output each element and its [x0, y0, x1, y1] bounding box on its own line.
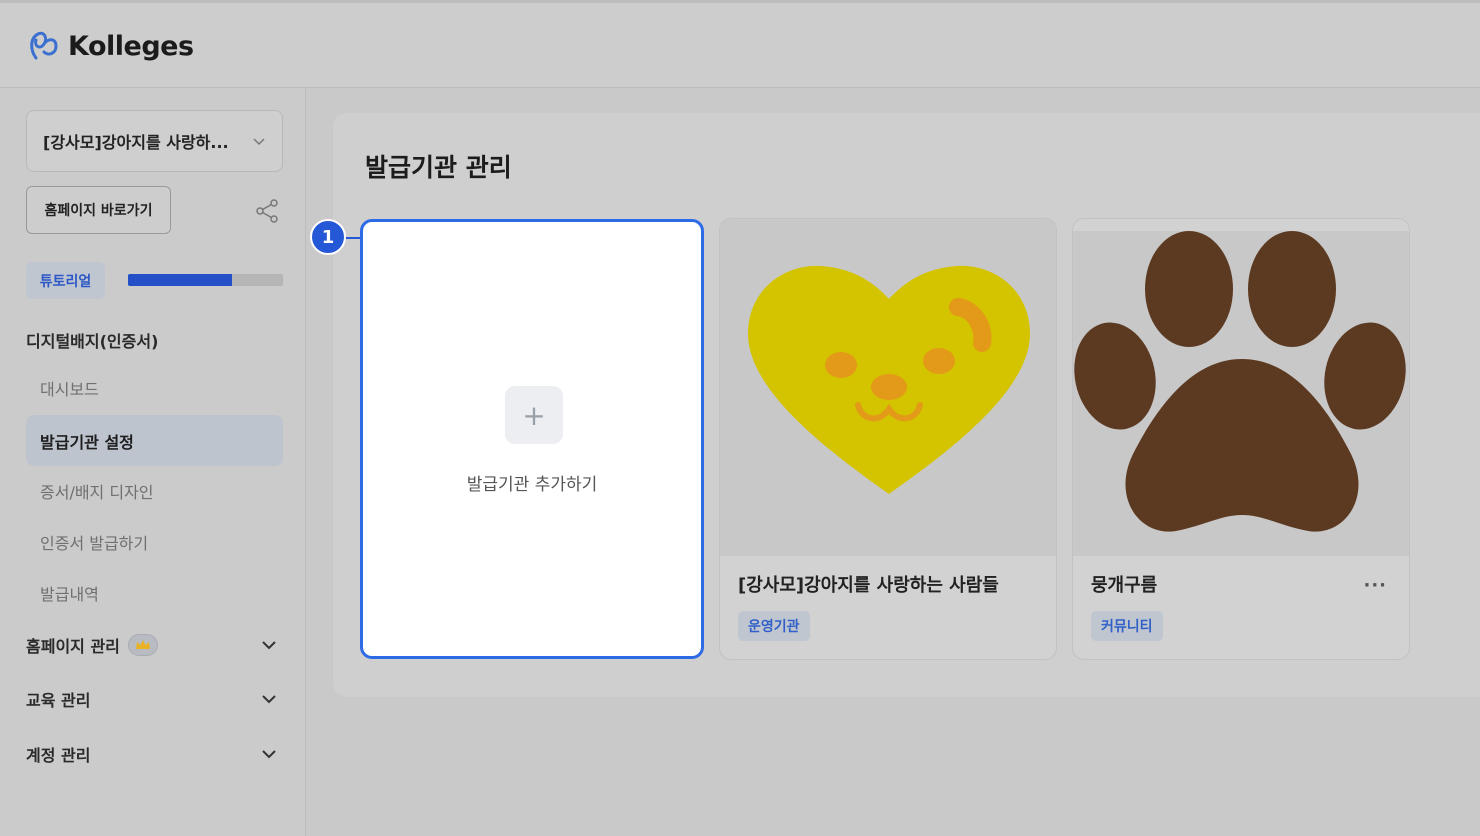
chevron-down-icon: [253, 138, 265, 146]
sidebar-item-label: 인증서 발급하기: [40, 533, 149, 553]
issuer-name: [강사모]강아지를 사랑하는 사람들: [738, 575, 999, 596]
yellow-heart-dog-logo-icon: [748, 265, 1030, 494]
tutorial-badge[interactable]: 튜토리얼: [26, 262, 105, 299]
top-bar: Kolleges: [0, 0, 1480, 88]
tutorial-progress-bar: [128, 274, 283, 286]
sidebar-item-certificate-design[interactable]: 증서/배지 디자인: [26, 465, 283, 516]
sidebar: [강사모]강아지를 사랑하... 홈페이지 바로가기 튜토리얼 디지털배지(인증…: [0, 88, 306, 836]
app-name: Kolleges: [68, 30, 194, 62]
sidebar-item-label: 발급기관 설정: [40, 432, 134, 452]
sidebar-item-issuer-settings[interactable]: 발급기관 설정: [26, 415, 283, 466]
crown-icon: [135, 640, 150, 649]
section-title-digital-badge: 디지털배지(인증서): [26, 332, 159, 351]
tutorial-progress-fill: [128, 274, 232, 286]
kolleges-logo-icon: [30, 31, 58, 60]
sidebar-item-label: 발급내역: [40, 584, 99, 604]
organization-select-value: [강사모]강아지를 사랑하...: [43, 133, 229, 152]
chevron-down-icon: [262, 750, 276, 759]
sidebar-group-education[interactable]: 교육 관리: [26, 684, 283, 714]
issuer-type-tag: 커뮤니티: [1091, 611, 1163, 641]
issuer-type-tag: 운영기관: [738, 611, 810, 641]
plus-icon: +: [505, 386, 563, 444]
issuer-card[interactable]: 뭉개구름 ··· 커뮤니티: [1072, 218, 1410, 660]
sidebar-group-label: 계정 관리: [26, 746, 91, 765]
issuer-name: 뭉개구름: [1091, 575, 1158, 596]
app-logo[interactable]: Kolleges: [26, 28, 194, 64]
more-options-icon[interactable]: ···: [1363, 575, 1387, 596]
homepage-shortcut-button[interactable]: 홈페이지 바로가기: [26, 186, 171, 234]
add-issuer-card[interactable]: + 발급기관 추가하기: [360, 219, 704, 659]
sidebar-group-label: 교육 관리: [26, 691, 91, 710]
share-icon[interactable]: [254, 198, 280, 224]
premium-badge: [127, 634, 158, 656]
chevron-down-icon: [262, 641, 276, 650]
sidebar-item-label: 증서/배지 디자인: [40, 482, 154, 502]
sidebar-group-homepage[interactable]: 홈페이지 관리: [26, 630, 283, 660]
sidebar-group-account[interactable]: 계정 관리: [26, 739, 283, 769]
brown-paw-print-icon: [1073, 219, 1409, 532]
issuer-image: [720, 219, 1056, 556]
page-title: 발급기관 관리: [365, 153, 512, 182]
organization-select[interactable]: [강사모]강아지를 사랑하...: [26, 110, 283, 172]
window-edge: [0, 0, 1480, 3]
add-issuer-label: 발급기관 추가하기: [466, 475, 598, 495]
chevron-down-icon: [262, 695, 276, 704]
step-marker: 1: [310, 219, 346, 255]
issuer-card[interactable]: [강사모]강아지를 사랑하는 사람들 운영기관: [719, 218, 1057, 660]
sidebar-item-dashboard[interactable]: 대시보드: [26, 362, 283, 413]
issuer-image: [1073, 219, 1409, 556]
sidebar-item-label: 대시보드: [40, 379, 99, 399]
sidebar-group-label: 홈페이지 관리: [26, 637, 120, 656]
sidebar-item-issue-history[interactable]: 발급내역: [26, 567, 283, 618]
sidebar-item-issue-certificate[interactable]: 인증서 발급하기: [26, 516, 283, 567]
